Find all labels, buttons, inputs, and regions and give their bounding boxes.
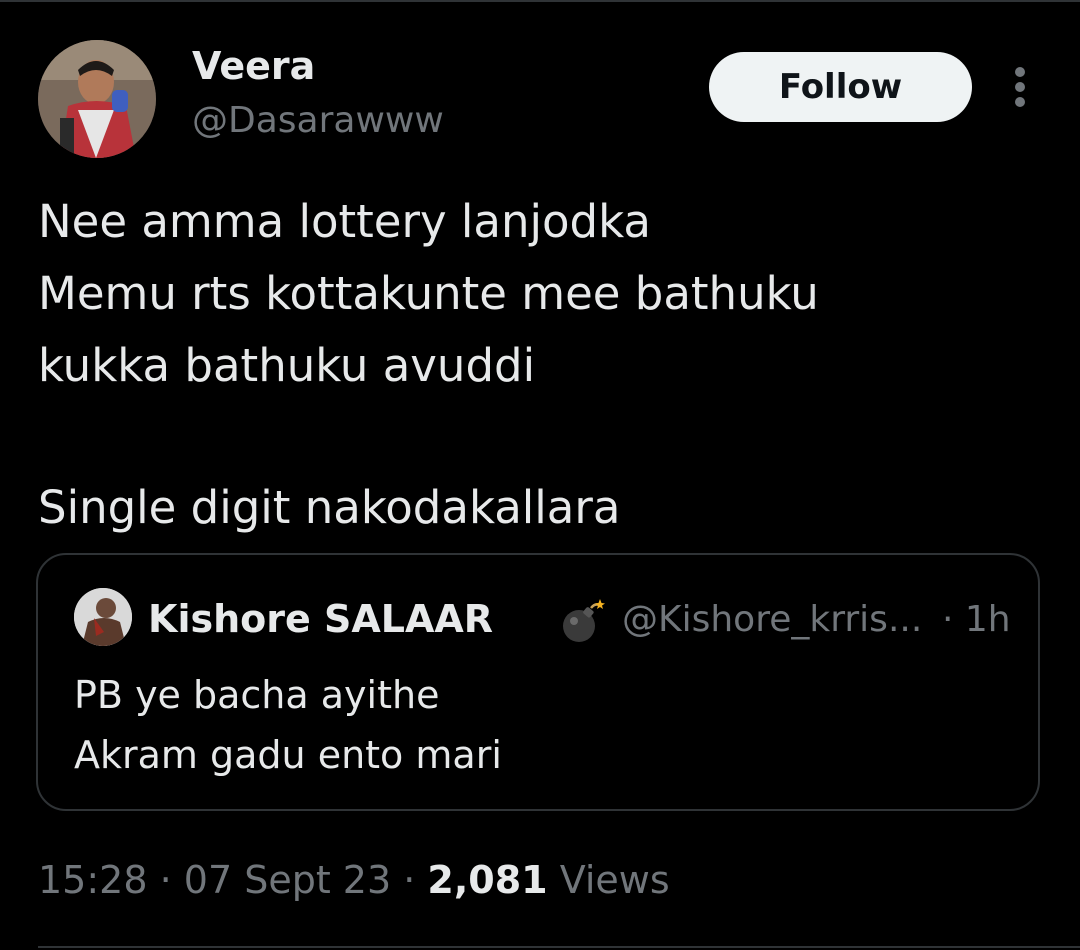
top-divider xyxy=(0,0,1080,2)
tweet-date[interactable]: 07 Sept 23 xyxy=(184,858,391,902)
author-avatar-image xyxy=(38,40,156,158)
tweet-line: Memu rts kottakunte mee bathuku xyxy=(38,267,819,320)
quoted-tweet-card[interactable]: Kishore SALAAR @Kishore_krris... · 1h PB… xyxy=(36,553,1040,811)
quoted-tweet-line: PB ye bacha ayithe xyxy=(74,673,440,717)
tweet-line: Single digit nakodakallara xyxy=(38,481,621,534)
quoted-tweet-line: Akram gadu ento mari xyxy=(74,733,502,777)
bottom-divider xyxy=(38,946,1080,948)
tweet-time[interactable]: 15:28 xyxy=(38,858,148,902)
author-name[interactable]: Veera xyxy=(192,44,315,88)
quoted-tweet-text: PB ye bacha ayithe Akram gadu ento mari xyxy=(74,665,502,785)
views-count: 2,081 xyxy=(427,858,548,902)
views-label: Views xyxy=(547,858,670,902)
more-options-button[interactable] xyxy=(1002,64,1038,110)
tweet-text: Nee amma lottery lanjodka Memu rts kotta… xyxy=(38,186,1038,544)
author-handle[interactable]: @Dasarawww xyxy=(192,100,444,141)
more-vertical-icon xyxy=(1015,67,1025,107)
separator-dot: · xyxy=(391,858,428,902)
separator-dot: · xyxy=(147,858,184,902)
quoted-author-name[interactable]: Kishore SALAAR xyxy=(148,597,493,641)
tweet-line: Nee amma lottery lanjodka xyxy=(38,195,651,248)
quoted-author-avatar-image xyxy=(74,588,132,646)
quoted-author-handle[interactable]: @Kishore_krris... xyxy=(622,599,922,640)
author-avatar[interactable] xyxy=(38,40,156,158)
tweet-line: kukka bathuku avuddi xyxy=(38,339,536,392)
quoted-tweet-time: · 1h xyxy=(942,599,1011,640)
quoted-author-avatar xyxy=(74,588,132,646)
bomb-icon xyxy=(563,599,605,642)
follow-button[interactable]: Follow xyxy=(709,52,972,122)
tweet-metadata: 15:28 · 07 Sept 23 · 2,081 Views xyxy=(38,858,670,902)
